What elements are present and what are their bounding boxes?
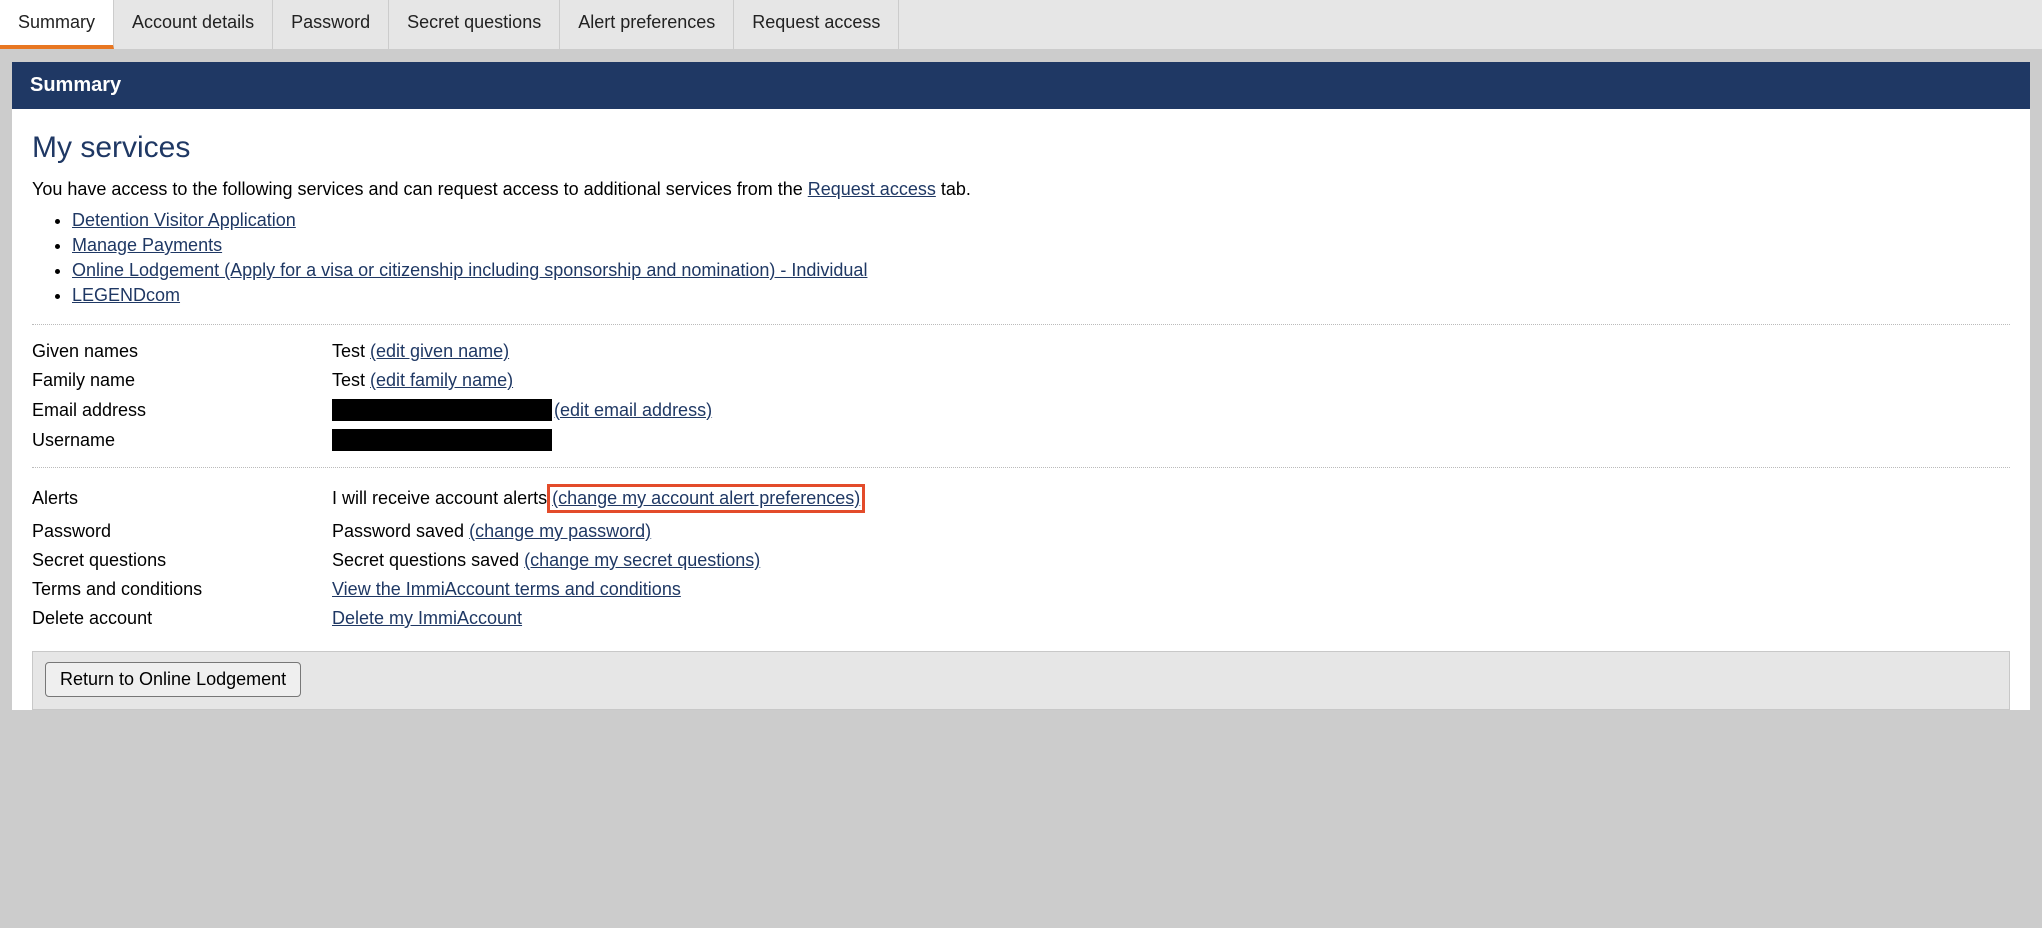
intro-suffix: tab. xyxy=(936,179,971,199)
row-terms: Terms and conditions View the ImmiAccoun… xyxy=(32,575,2010,604)
redacted-username xyxy=(332,429,552,451)
label-delete-account: Delete account xyxy=(32,608,332,629)
page-banner: Summary xyxy=(12,62,2030,109)
edit-given-name-link[interactable]: (edit given name) xyxy=(370,341,509,362)
change-password-link[interactable]: (change my password) xyxy=(469,521,651,542)
tab-secret-questions[interactable]: Secret questions xyxy=(389,0,560,49)
footer-bar: Return to Online Lodgement xyxy=(32,651,2010,710)
row-secret-questions: Secret questions Secret questions saved … xyxy=(32,546,2010,575)
row-alerts: Alerts I will receive account alerts (ch… xyxy=(32,480,2010,517)
highlight-alerts-link: (change my account alert preferences) xyxy=(547,484,865,513)
list-item: Manage Payments xyxy=(72,235,2010,256)
service-link-payments[interactable]: Manage Payments xyxy=(72,235,222,255)
page-container: Summary My services You have access to t… xyxy=(12,62,2030,710)
redacted-email xyxy=(332,399,552,421)
value-family-name: Test xyxy=(332,370,365,391)
label-terms: Terms and conditions xyxy=(32,579,332,600)
intro-text: You have access to the following service… xyxy=(32,179,2010,200)
divider xyxy=(32,467,2010,468)
request-access-link[interactable]: Request access xyxy=(808,179,936,199)
service-link-detention[interactable]: Detention Visitor Application xyxy=(72,210,296,230)
content-area: My services You have access to the follo… xyxy=(12,109,2030,633)
tab-account-details[interactable]: Account details xyxy=(114,0,273,49)
tab-password[interactable]: Password xyxy=(273,0,389,49)
services-list: Detention Visitor Application Manage Pay… xyxy=(72,210,2010,306)
delete-account-link[interactable]: Delete my ImmiAccount xyxy=(332,608,522,629)
row-given-names: Given names Test (edit given name) xyxy=(32,337,2010,366)
edit-family-name-link[interactable]: (edit family name) xyxy=(370,370,513,391)
row-username: Username xyxy=(32,425,2010,455)
change-secret-questions-link[interactable]: (change my secret questions) xyxy=(524,550,760,571)
row-password: Password Password saved (change my passw… xyxy=(32,517,2010,546)
intro-prefix: You have access to the following service… xyxy=(32,179,808,199)
tab-bar: Summary Account details Password Secret … xyxy=(0,0,2042,50)
service-link-lodgement[interactable]: Online Lodgement (Apply for a visa or ci… xyxy=(72,260,867,280)
row-family-name: Family name Test (edit family name) xyxy=(32,366,2010,395)
services-heading: My services xyxy=(32,131,2010,165)
label-given-names: Given names xyxy=(32,341,332,362)
service-link-legendcom[interactable]: LEGENDcom xyxy=(72,285,180,305)
divider xyxy=(32,324,2010,325)
label-secret-questions: Secret questions xyxy=(32,550,332,571)
value-given-names: Test xyxy=(332,341,365,362)
label-password: Password xyxy=(32,521,332,542)
view-terms-link[interactable]: View the ImmiAccount terms and condition… xyxy=(332,579,681,600)
row-email: Email address (edit email address) xyxy=(32,395,2010,425)
tab-summary[interactable]: Summary xyxy=(0,0,114,49)
list-item: Detention Visitor Application xyxy=(72,210,2010,231)
change-alert-preferences-link[interactable]: (change my account alert preferences) xyxy=(552,488,860,508)
label-alerts: Alerts xyxy=(32,488,332,509)
row-delete-account: Delete account Delete my ImmiAccount xyxy=(32,604,2010,633)
tab-alert-preferences[interactable]: Alert preferences xyxy=(560,0,734,49)
return-button[interactable]: Return to Online Lodgement xyxy=(45,662,301,697)
label-email: Email address xyxy=(32,400,332,421)
value-password: Password saved xyxy=(332,521,464,542)
tab-request-access[interactable]: Request access xyxy=(734,0,899,49)
value-alerts: I will receive account alerts xyxy=(332,488,547,509)
label-family-name: Family name xyxy=(32,370,332,391)
edit-email-link[interactable]: (edit email address) xyxy=(554,400,712,421)
list-item: LEGENDcom xyxy=(72,285,2010,306)
value-secret-questions: Secret questions saved xyxy=(332,550,519,571)
label-username: Username xyxy=(32,430,332,451)
list-item: Online Lodgement (Apply for a visa or ci… xyxy=(72,260,2010,281)
